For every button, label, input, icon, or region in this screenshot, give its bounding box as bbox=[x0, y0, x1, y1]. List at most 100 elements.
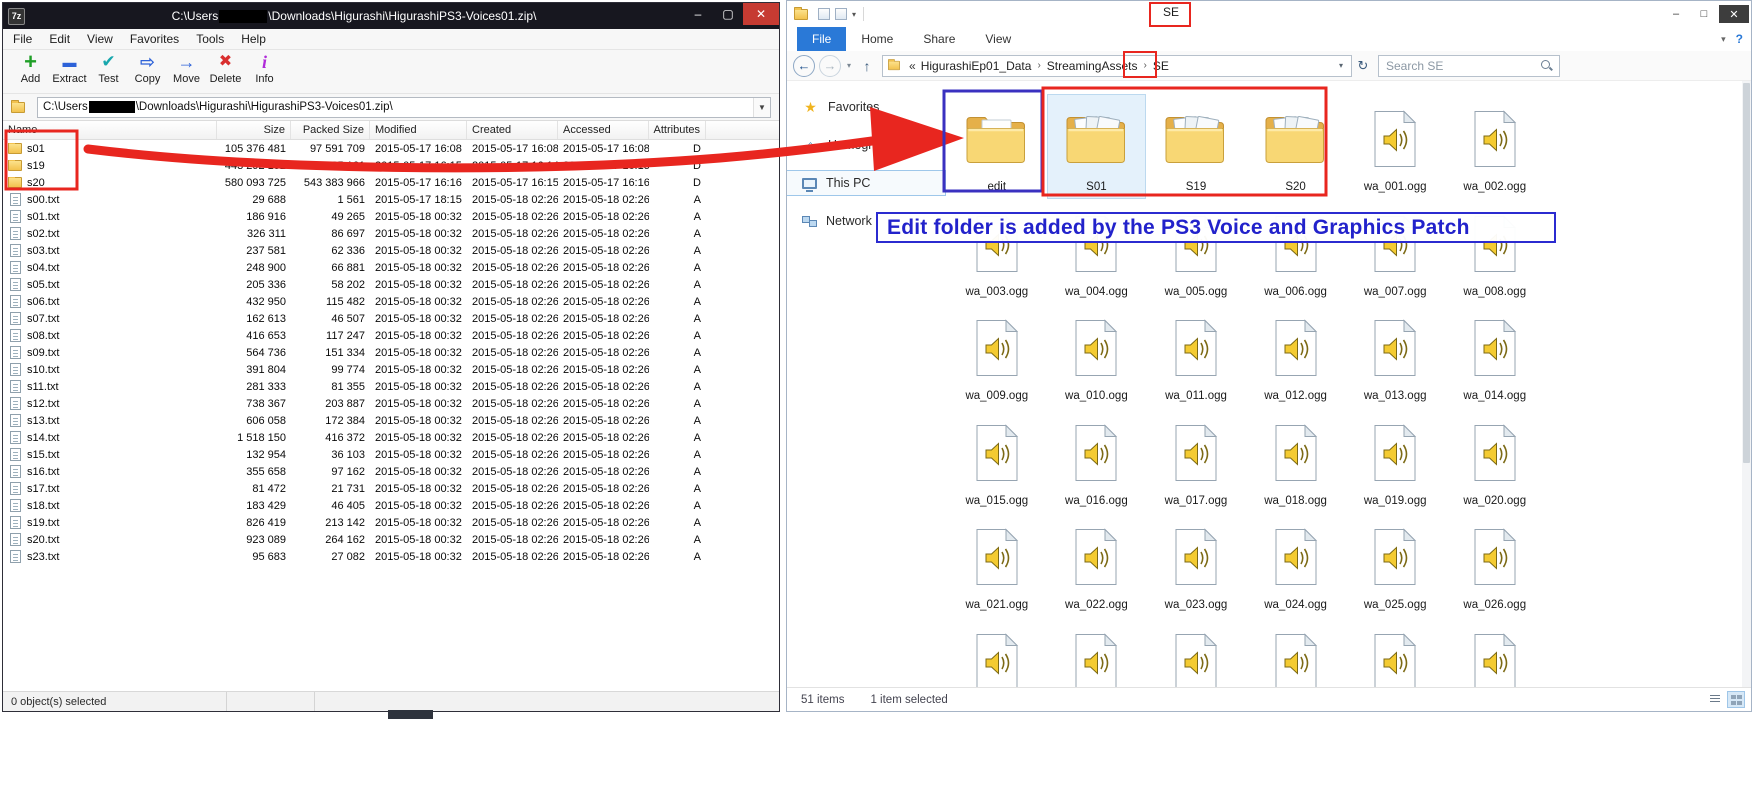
file-wa_009.ogg[interactable]: wa_009.ogg bbox=[947, 303, 1047, 408]
folder-S01[interactable]: S01 bbox=[1047, 94, 1147, 199]
zip-row-s01[interactable]: s01105 376 48197 591 7092015-05-17 16:08… bbox=[3, 140, 779, 157]
file-wa_011.ogg[interactable]: wa_011.ogg bbox=[1146, 303, 1246, 408]
zip-row-s05.txt[interactable]: s05.txt205 33658 2022015-05-18 00:322015… bbox=[3, 276, 779, 293]
copy-button[interactable]: ⇨Copy bbox=[128, 51, 167, 93]
file-wa_026.ogg[interactable]: wa_026.ogg bbox=[1445, 512, 1545, 617]
move-button[interactable]: →Move bbox=[167, 51, 206, 93]
file-wa_023.ogg[interactable]: wa_023.ogg bbox=[1146, 512, 1246, 617]
ribbon-collapse-icon[interactable]: ▾ bbox=[1721, 34, 1726, 45]
file-wa_001.ogg[interactable]: wa_001.ogg bbox=[1345, 94, 1445, 199]
zip-row-s04.txt[interactable]: s04.txt248 90066 8812015-05-18 00:322015… bbox=[3, 259, 779, 276]
file-unlabeled[interactable] bbox=[1445, 617, 1545, 687]
file-unlabeled[interactable] bbox=[1246, 617, 1346, 687]
menu-tools[interactable]: Tools bbox=[196, 32, 224, 46]
file-wa_016.ogg[interactable]: wa_016.ogg bbox=[1047, 408, 1147, 513]
info-button[interactable]: iInfo bbox=[245, 51, 284, 93]
folder-edit[interactable]: edit bbox=[947, 94, 1047, 199]
zip-row-s02.txt[interactable]: s02.txt326 31186 6972015-05-18 00:322015… bbox=[3, 225, 779, 242]
7zip-titlebar[interactable]: 7z C:\Users\Downloads\Higurashi\Higurash… bbox=[3, 3, 779, 29]
delete-button[interactable]: ✖Delete bbox=[206, 51, 245, 93]
history-dropdown-icon[interactable]: ▾ bbox=[843, 61, 855, 70]
sidebar-item-homegroup[interactable]: ⌂Homegroup bbox=[787, 133, 945, 157]
menu-edit[interactable]: Edit bbox=[49, 32, 70, 46]
file-wa_010.ogg[interactable]: wa_010.ogg bbox=[1047, 303, 1147, 408]
zip-row-s08.txt[interactable]: s08.txt416 653117 2472015-05-18 00:32201… bbox=[3, 327, 779, 344]
qat-button-2[interactable] bbox=[835, 8, 847, 20]
address-input[interactable]: C:\Users\Downloads\Higurashi\HigurashiPS… bbox=[37, 97, 771, 118]
breadcrumb-item[interactable]: StreamingAssets bbox=[1045, 59, 1140, 73]
file-wa_021.ogg[interactable]: wa_021.ogg bbox=[947, 512, 1047, 617]
folder-S20[interactable]: S20 bbox=[1246, 94, 1346, 199]
maximize-button[interactable]: ▢ bbox=[713, 3, 743, 25]
zip-row-s09.txt[interactable]: s09.txt564 736151 3342015-05-18 00:32201… bbox=[3, 344, 779, 361]
extract-button[interactable]: ▬Extract bbox=[50, 51, 89, 93]
zip-row-s17.txt[interactable]: s17.txt81 47221 7312015-05-18 00:322015-… bbox=[3, 480, 779, 497]
thumbnails-view-button[interactable] bbox=[1727, 691, 1745, 708]
test-button[interactable]: ✔Test bbox=[89, 51, 128, 93]
folder-S19[interactable]: S19 bbox=[1146, 94, 1246, 199]
search-input[interactable]: Search SE bbox=[1378, 55, 1560, 77]
file-wa_013.ogg[interactable]: wa_013.ogg bbox=[1345, 303, 1445, 408]
menu-file[interactable]: File bbox=[13, 32, 32, 46]
zip-row-s19.txt[interactable]: s19.txt826 419213 1422015-05-18 00:32201… bbox=[3, 514, 779, 531]
vertical-scrollbar[interactable] bbox=[1742, 81, 1751, 687]
file-wa_002.ogg[interactable]: wa_002.ogg bbox=[1445, 94, 1545, 199]
menu-view[interactable]: View bbox=[87, 32, 113, 46]
refresh-button[interactable]: ↻ bbox=[1354, 55, 1372, 77]
address-folder-icon[interactable] bbox=[11, 102, 25, 113]
file-wa_018.ogg[interactable]: wa_018.ogg bbox=[1246, 408, 1346, 513]
address-bar[interactable]: « HigurashiEp01_Data › StreamingAssets ›… bbox=[882, 55, 1352, 77]
zip-row-s15.txt[interactable]: s15.txt132 95436 1032015-05-18 00:322015… bbox=[3, 446, 779, 463]
column-header-size[interactable]: Size bbox=[217, 121, 291, 139]
file-unlabeled[interactable] bbox=[947, 617, 1047, 687]
column-header-attributes[interactable]: Attributes bbox=[649, 121, 706, 139]
file-wa_025.ogg[interactable]: wa_025.ogg bbox=[1345, 512, 1445, 617]
menu-help[interactable]: Help bbox=[241, 32, 266, 46]
search-icon[interactable] bbox=[1540, 59, 1554, 73]
qat-button-1[interactable] bbox=[818, 8, 830, 20]
close-button[interactable]: ✕ bbox=[1719, 5, 1749, 23]
address-dropdown-icon[interactable]: ▾ bbox=[1333, 56, 1349, 76]
forward-button[interactable]: → bbox=[819, 55, 841, 77]
file-wa_014.ogg[interactable]: wa_014.ogg bbox=[1445, 303, 1545, 408]
minimize-button[interactable]: – bbox=[1663, 5, 1689, 23]
zip-row-s01.txt[interactable]: s01.txt186 91649 2652015-05-18 00:322015… bbox=[3, 208, 779, 225]
file-unlabeled[interactable] bbox=[1047, 617, 1147, 687]
menu-favorites[interactable]: Favorites bbox=[130, 32, 179, 46]
breadcrumb-item[interactable]: HigurashiEp01_Data bbox=[919, 59, 1034, 73]
explorer-titlebar[interactable]: ▾ SE – □ ✕ bbox=[787, 1, 1751, 27]
up-button[interactable]: ↑ bbox=[857, 55, 877, 77]
zip-row-s06.txt[interactable]: s06.txt432 950115 4822015-05-18 00:32201… bbox=[3, 293, 779, 310]
sidebar-item-this-pc[interactable]: This PC bbox=[787, 171, 945, 195]
zip-row-s12.txt[interactable]: s12.txt738 367203 8872015-05-18 00:32201… bbox=[3, 395, 779, 412]
column-header-packed-size[interactable]: Packed Size bbox=[291, 121, 370, 139]
file-wa_024.ogg[interactable]: wa_024.ogg bbox=[1246, 512, 1346, 617]
help-icon[interactable]: ? bbox=[1736, 32, 1743, 46]
file-unlabeled[interactable] bbox=[1345, 617, 1445, 687]
zip-row-s19[interactable]: s19443 292 152412 035 1612015-05-17 16:1… bbox=[3, 157, 779, 174]
file-wa_019.ogg[interactable]: wa_019.ogg bbox=[1345, 408, 1445, 513]
file-unlabeled[interactable] bbox=[1146, 617, 1246, 687]
maximize-button[interactable]: □ bbox=[1691, 5, 1717, 23]
sidebar-item-favorites[interactable]: ★Favorites bbox=[787, 95, 945, 119]
add-button[interactable]: +Add bbox=[11, 51, 50, 93]
scrollbar-thumb[interactable] bbox=[1743, 83, 1750, 463]
zip-row-s20[interactable]: s20580 093 725543 383 9662015-05-17 16:1… bbox=[3, 174, 779, 191]
zip-row-s16.txt[interactable]: s16.txt355 65897 1622015-05-18 00:322015… bbox=[3, 463, 779, 480]
column-header-accessed[interactable]: Accessed bbox=[558, 121, 649, 139]
breadcrumb-item-se[interactable]: SE bbox=[1151, 59, 1171, 73]
breadcrumb-overflow[interactable]: « bbox=[906, 59, 919, 73]
qat-customize-dropdown-icon[interactable]: ▾ bbox=[852, 10, 856, 19]
file-wa_017.ogg[interactable]: wa_017.ogg bbox=[1146, 408, 1246, 513]
tab-share[interactable]: Share bbox=[908, 27, 970, 51]
zip-row-s20.txt[interactable]: s20.txt923 089264 1622015-05-18 00:32201… bbox=[3, 531, 779, 548]
file-wa_022.ogg[interactable]: wa_022.ogg bbox=[1047, 512, 1147, 617]
zip-row-s07.txt[interactable]: s07.txt162 61346 5072015-05-18 00:322015… bbox=[3, 310, 779, 327]
zip-row-s03.txt[interactable]: s03.txt237 58162 3362015-05-18 00:322015… bbox=[3, 242, 779, 259]
zip-row-s10.txt[interactable]: s10.txt391 80499 7742015-05-18 00:322015… bbox=[3, 361, 779, 378]
details-view-button[interactable] bbox=[1706, 691, 1724, 708]
back-button[interactable]: ← bbox=[793, 55, 815, 77]
tab-view[interactable]: View bbox=[970, 27, 1026, 51]
minimize-button[interactable]: – bbox=[683, 3, 713, 25]
zip-row-s23.txt[interactable]: s23.txt95 68327 0822015-05-18 00:322015-… bbox=[3, 548, 779, 565]
